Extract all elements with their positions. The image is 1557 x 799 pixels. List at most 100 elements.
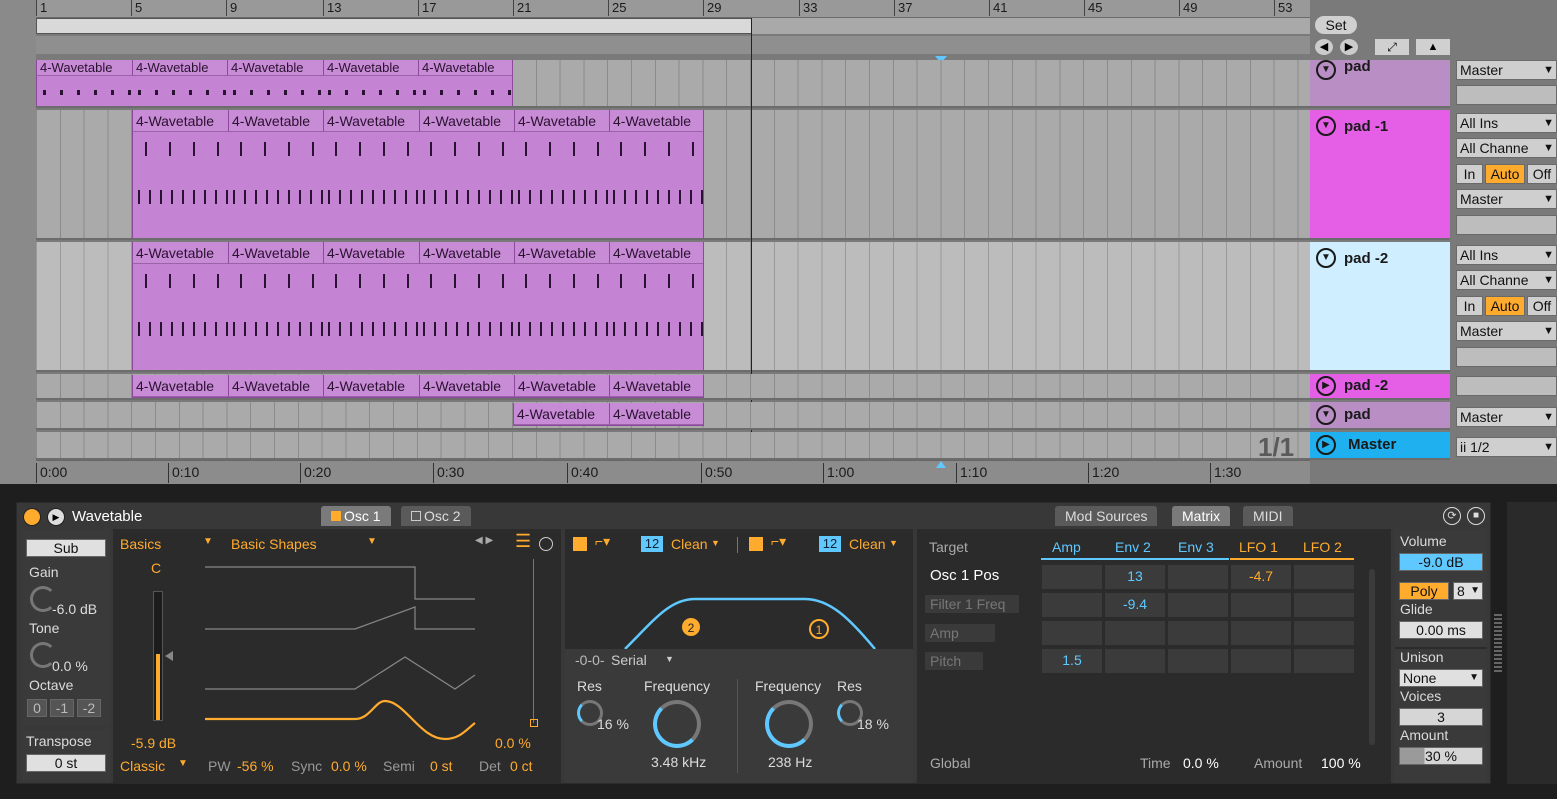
output-select[interactable]: Master ▼ [1456,189,1557,209]
loop-brace[interactable] [36,18,752,34]
midi-clip[interactable]: 4-Wavetable 4-Wavetable 4-Wavetable 4-Wa… [36,60,513,106]
unison-amount-field[interactable]: 30 % [1399,747,1483,765]
midi-clip[interactable]: 4-Wavetable 4-Wavetable [513,403,704,426]
osc-mode[interactable]: Classic [120,758,165,774]
filter2-shape-icon[interactable]: ⌐▾ [771,533,786,550]
matrix-cell[interactable]: 13 [1104,564,1166,590]
row-filter1-freq[interactable]: Filter 1 Freq [925,595,1019,613]
wavetable-name[interactable]: Basic Shapes [231,536,317,552]
circle-view-icon[interactable] [539,537,553,551]
fold-icon[interactable]: ▼ [1316,60,1336,80]
det-value[interactable]: 0 ct [510,758,533,774]
matrix-cell[interactable] [1167,620,1229,646]
output-channel[interactable] [1456,215,1557,235]
master-track-header[interactable]: ▶ Master [1310,432,1450,460]
expand-icon[interactable]: ▶ [1316,376,1336,396]
output-channel[interactable] [1456,376,1557,396]
loop-area[interactable] [752,18,1310,34]
next-locator-icon[interactable]: ▶ [1340,39,1358,55]
matrix-cell[interactable] [1041,564,1103,590]
master-lane[interactable] [36,432,1310,460]
semi-value[interactable]: 0 st [430,758,453,774]
poly-button[interactable]: Poly [1399,582,1449,600]
track-header[interactable]: ▼ pad [1310,58,1450,108]
matrix-cell[interactable]: -4.7 [1230,564,1292,590]
hot-swap-icon[interactable]: ⟳ [1443,507,1461,525]
freq2-knob[interactable] [765,700,813,748]
monitor-off-button[interactable]: Off [1527,164,1557,184]
track-header[interactable]: ▼ pad [1310,402,1450,430]
monitor-in-button[interactable]: In [1456,164,1483,184]
voice-count-select[interactable]: 8 ▼ [1453,582,1483,600]
set-button[interactable]: Set [1315,16,1357,34]
monitor-auto-button[interactable]: Auto [1485,164,1525,184]
filter2-type[interactable]: Clean [849,536,886,552]
monitor-off-button[interactable]: Off [1527,296,1557,316]
chevron-down-icon[interactable]: ▼ [178,758,188,769]
matrix-cell[interactable] [1293,592,1355,618]
row-amp[interactable]: Amp [925,624,995,642]
voices-field[interactable]: 3 [1399,708,1483,726]
matrix-cell[interactable] [1230,620,1292,646]
monitor-in-button[interactable]: In [1456,296,1483,316]
resize-handle[interactable] [1494,612,1502,672]
octave-minus1-button[interactable]: -1 [50,699,74,717]
chevron-down-icon[interactable]: ▼ [665,654,674,664]
time-ruler[interactable]: 0:00 0:10 0:20 0:30 0:40 0:50 1:00 1:10 … [36,460,1310,484]
output-select[interactable]: Master ▼ [1456,60,1557,80]
tab-osc2[interactable]: Osc 2 [401,506,471,526]
row-pitch[interactable]: Pitch [925,652,983,670]
midi-clip[interactable]: 4-Wavetable 4-Wavetable 4-Wavetable 4-Wa… [132,242,704,370]
matrix-cell[interactable] [1167,592,1229,618]
level-meter[interactable] [153,591,163,721]
list-icon[interactable]: ☰ [515,531,531,552]
position-handle[interactable] [530,719,538,727]
matrix-cell[interactable] [1104,648,1166,674]
matrix-cell[interactable] [1230,648,1292,674]
pw-value[interactable]: -56 % [237,758,274,774]
filter1-type[interactable]: Clean [671,536,708,552]
expand-icon[interactable]: ▶ [1316,435,1336,455]
volume-field[interactable]: -9.0 dB [1399,553,1483,571]
filter1-shape-icon[interactable]: ⌐▾ [595,533,610,550]
matrix-scrollbar[interactable] [1369,569,1375,745]
matrix-cell[interactable] [1293,620,1355,646]
lock-icon[interactable]: ▲ [1416,39,1450,55]
filter-response-display[interactable]: 2 1 [565,559,913,649]
filter1-slope[interactable]: 12 [641,536,663,552]
midi-clip[interactable]: 4-Wavetable 4-Wavetable 4-Wavetable 4-Wa… [132,110,704,238]
glide-field[interactable]: 0.00 ms [1399,621,1483,639]
prev-next-icon[interactable]: ◀ ▶ [475,535,493,546]
time-value[interactable]: 0.0 % [1183,755,1219,771]
matrix-cell[interactable]: 1.5 [1041,648,1103,674]
chevron-down-icon[interactable]: ▼ [889,538,898,548]
fold-icon[interactable]: ▼ [1316,248,1336,268]
prev-locator-icon[interactable]: ◀ [1315,39,1333,55]
fold-icon[interactable]: ▼ [1316,116,1336,136]
matrix-cell[interactable] [1041,592,1103,618]
transpose-field[interactable]: 0 st [26,754,106,772]
bar-ruler[interactable]: 1 5 9 13 17 21 25 29 33 37 41 45 49 53 [36,0,1310,18]
tab-midi[interactable]: MIDI [1243,506,1293,526]
input-channel-select[interactable]: All Channe ▼ [1456,270,1557,290]
matrix-cell[interactable] [1293,564,1355,590]
wavetable-display[interactable] [205,559,495,749]
filter1-toggle[interactable] [573,537,587,551]
row-osc1-pos[interactable]: Osc 1 Pos [930,567,999,584]
filter-routing[interactable]: Serial [611,652,647,668]
filter2-slope[interactable]: 12 [819,536,841,552]
matrix-cell[interactable] [1104,620,1166,646]
fold-icon[interactable]: ▼ [1316,405,1336,425]
track-header[interactable]: ▼ pad -1 [1310,110,1450,240]
chevron-down-icon[interactable]: ▼ [203,536,213,547]
sync-value[interactable]: 0.0 % [331,758,367,774]
position-slider[interactable] [533,559,534,723]
draw-icon[interactable]: ⤢ [1375,39,1409,55]
output-select[interactable]: Master ▼ [1456,407,1557,427]
tab-osc1[interactable]: Osc 1 [321,506,391,526]
input-channel-select[interactable]: All Channe ▼ [1456,138,1557,158]
matrix-cell[interactable] [1167,648,1229,674]
input-select[interactable]: All Ins ▼ [1456,245,1557,265]
tab-mod-sources[interactable]: Mod Sources [1055,506,1158,526]
output-channel[interactable] [1456,347,1557,367]
